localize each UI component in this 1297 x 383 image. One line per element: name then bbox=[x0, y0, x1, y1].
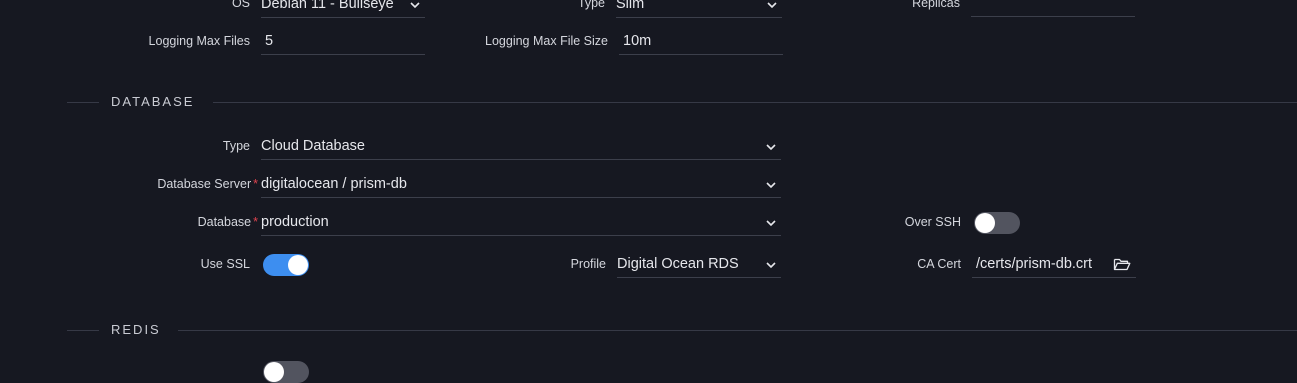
database-label-text: Database bbox=[197, 215, 252, 229]
use-ssl-toggle[interactable] bbox=[263, 254, 309, 276]
ca-cert-value: /certs/prism-db.crt bbox=[976, 256, 1093, 272]
type-select[interactable]: Slim bbox=[616, 0, 782, 18]
toggle-knob bbox=[288, 255, 308, 275]
database-select[interactable]: production bbox=[261, 210, 781, 236]
db-type-label: Type bbox=[222, 139, 250, 153]
over-ssh-label: Over SSH bbox=[904, 215, 961, 229]
db-type-select[interactable]: Cloud Database bbox=[261, 134, 781, 160]
logging-max-file-size-label: Logging Max File Size bbox=[485, 34, 608, 48]
database-label: Database * bbox=[100, 215, 258, 229]
os-label: OS bbox=[231, 0, 250, 10]
db-type-value: Cloud Database bbox=[261, 138, 365, 154]
chevron-down-icon bbox=[766, 144, 776, 151]
db-server-label: Database Server * bbox=[100, 177, 258, 191]
toggle-knob bbox=[264, 362, 284, 382]
logging-max-file-size-value: 10m bbox=[623, 33, 652, 49]
required-asterisk: * bbox=[253, 177, 258, 191]
replicas-input[interactable] bbox=[971, 0, 1135, 17]
db-server-value: digitalocean / prism-db bbox=[261, 176, 407, 192]
toggle-knob bbox=[975, 213, 995, 233]
logging-max-files-label: Logging Max Files bbox=[148, 34, 250, 48]
os-value: Debian 11 - Bullseye bbox=[261, 0, 394, 12]
type-value: Slim bbox=[616, 0, 645, 12]
database-section-title: DATABASE bbox=[111, 94, 195, 109]
db-server-label-text: Database Server bbox=[157, 177, 252, 191]
ca-cert-label: CA Cert bbox=[917, 257, 961, 271]
logging-max-files-input[interactable]: 5 bbox=[261, 29, 425, 55]
section-divider-right bbox=[213, 102, 1297, 103]
chevron-down-icon bbox=[410, 2, 420, 9]
section-divider-right bbox=[178, 330, 1297, 331]
folder-open-icon[interactable] bbox=[1113, 257, 1131, 272]
section-divider-left bbox=[67, 102, 99, 103]
profile-label: Profile bbox=[570, 257, 606, 271]
redis-toggle[interactable] bbox=[263, 361, 309, 383]
over-ssh-toggle[interactable] bbox=[974, 212, 1020, 234]
type-label: Type bbox=[577, 0, 605, 10]
profile-select[interactable]: Digital Ocean RDS bbox=[617, 252, 781, 278]
logging-max-file-size-input[interactable]: 10m bbox=[619, 29, 783, 55]
chevron-down-icon bbox=[766, 220, 776, 227]
db-server-select[interactable]: digitalocean / prism-db bbox=[261, 172, 781, 198]
required-asterisk: * bbox=[253, 215, 258, 229]
database-value: production bbox=[261, 214, 329, 230]
section-divider-left bbox=[67, 330, 99, 331]
use-ssl-label: Use SSL bbox=[200, 257, 250, 271]
os-select[interactable]: Debian 11 - Bullseye bbox=[261, 0, 425, 18]
profile-value: Digital Ocean RDS bbox=[617, 256, 739, 272]
chevron-down-icon bbox=[767, 2, 777, 9]
replicas-label: Replicas bbox=[912, 0, 960, 10]
ca-cert-input[interactable]: /certs/prism-db.crt bbox=[972, 252, 1136, 278]
redis-section-title: REDIS bbox=[111, 322, 161, 337]
logging-max-files-value: 5 bbox=[265, 33, 274, 49]
chevron-down-icon bbox=[766, 262, 776, 269]
chevron-down-icon bbox=[766, 182, 776, 189]
